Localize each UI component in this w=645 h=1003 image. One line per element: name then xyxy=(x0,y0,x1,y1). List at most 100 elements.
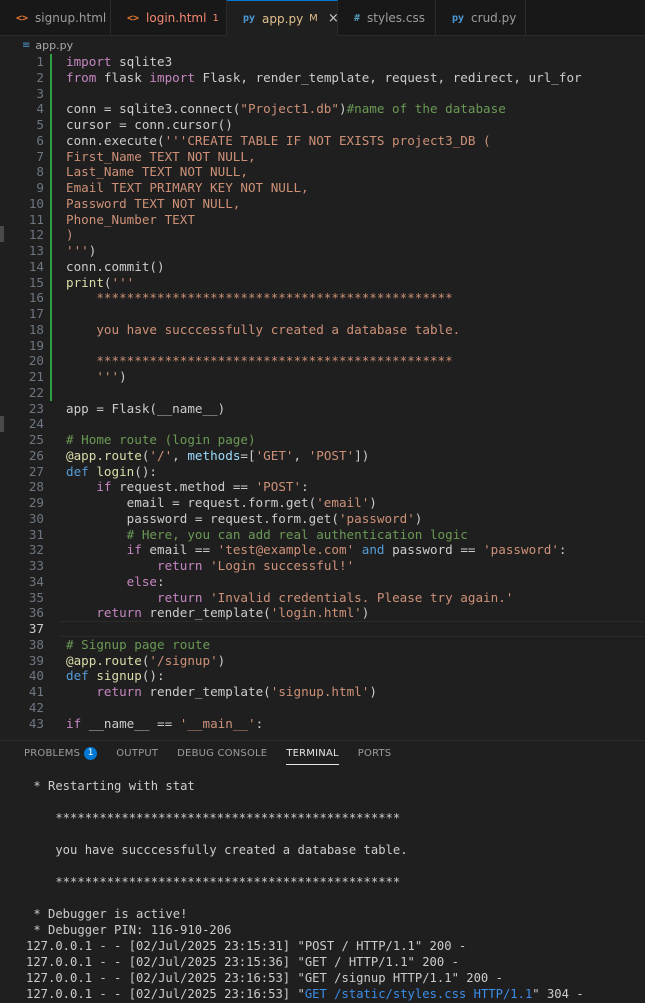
panel-tab-label: DEBUG CONSOLE xyxy=(177,747,268,759)
code-line[interactable]: 35 return 'Invalid credentials. Please t… xyxy=(0,590,645,606)
panel-tab-terminal[interactable]: TERMINAL xyxy=(286,741,340,765)
code-line[interactable]: 6 conn.execute('''CREATE TABLE IF NOT EXI… xyxy=(0,132,645,149)
code-line[interactable]: 20 *************************************… xyxy=(0,353,645,369)
code-text: return render_template('signup.html') xyxy=(96,684,377,699)
panel-tab-label: PROBLEMS xyxy=(24,747,81,759)
tab-login-html[interactable]: <> login.html 1 xyxy=(111,0,227,36)
code-text: cursor = conn.cursor() xyxy=(66,117,233,132)
code-line[interactable]: 8 Last_Name TEXT NOT NULL, xyxy=(0,164,645,180)
code-text: def signup(): xyxy=(66,668,165,684)
code-line[interactable]: 34 else: xyxy=(0,574,645,590)
code-text: if request.method == 'POST': xyxy=(96,479,309,495)
tab-app-py[interactable]: py app.py M × xyxy=(227,0,338,36)
code-line[interactable]: 4 conn = sqlite3.connect("Project1.db")#n… xyxy=(0,101,645,117)
line-number: 30 xyxy=(28,510,44,526)
line-number: 1 xyxy=(36,54,44,69)
line-number: 37 xyxy=(28,621,44,636)
code-line[interactable]: 37 xyxy=(0,621,645,637)
code-text: return 'Login successful!' xyxy=(157,558,355,573)
code-line[interactable]: 23 app = Flask(__name__) xyxy=(0,401,645,417)
current-line-highlight xyxy=(60,621,645,637)
code-text: ****************************************… xyxy=(66,290,453,306)
git-added-marker xyxy=(50,243,52,259)
code-line[interactable]: 26 @app.route('/', methods=['GET', 'POST'… xyxy=(0,448,645,464)
code-line[interactable]: 11 Phone_Number TEXT xyxy=(0,211,645,228)
code-line[interactable]: 40 def signup(): xyxy=(0,668,645,684)
close-icon[interactable]: × xyxy=(328,11,337,26)
tab-crud-py[interactable]: py crud.py xyxy=(436,0,526,36)
code-line[interactable]: 38 # Signup page route xyxy=(0,637,645,653)
git-added-marker xyxy=(50,148,52,165)
code-line[interactable]: 17 xyxy=(0,306,645,322)
code-line[interactable]: 25 # Home route (login page) xyxy=(0,432,645,448)
code-line[interactable]: 27 def login(): xyxy=(0,464,645,480)
code-line[interactable]: 5 cursor = conn.cursor() xyxy=(0,117,645,133)
tab-label: app.py xyxy=(262,11,304,26)
line-number: 34 xyxy=(28,573,44,589)
line-number: 15 xyxy=(28,274,44,290)
git-added-marker xyxy=(50,258,52,275)
line-number: 5 xyxy=(36,117,44,132)
panel-tab-output[interactable]: OUTPUT xyxy=(116,741,158,765)
line-number: 29 xyxy=(28,495,44,510)
code-line[interactable]: 31 # Here, you can add real authenticati… xyxy=(0,527,645,543)
panel-tab-problems[interactable]: PROBLEMS 1 xyxy=(24,741,98,765)
code-line[interactable]: 21 ''') xyxy=(0,369,645,385)
code-line[interactable]: 14 conn.commit() xyxy=(0,258,645,275)
line-number: 20 xyxy=(28,353,44,369)
code-line[interactable]: 22 xyxy=(0,384,645,401)
code-text: # Here, you can add real authentication … xyxy=(126,526,468,542)
code-line[interactable]: 1 import sqlite3 xyxy=(0,54,645,70)
code-line[interactable]: 42 xyxy=(0,700,645,716)
terminal-output[interactable]: * Restarting with stat *****************… xyxy=(26,778,641,1003)
line-number: 35 xyxy=(28,589,44,605)
git-added-marker xyxy=(50,180,52,196)
tab-signup-html[interactable]: <> signup.html xyxy=(0,0,111,36)
code-line[interactable]: 33 return 'Login successful!' xyxy=(0,558,645,574)
code-line[interactable]: 32 if email == 'test@example.com' and pa… xyxy=(0,542,645,558)
code-line[interactable]: 7 First_Name TEXT NOT NULL, xyxy=(0,148,645,165)
tab-status-badge: 1 xyxy=(212,12,219,24)
code-line[interactable]: 41 return render_template('signup.html') xyxy=(0,684,645,700)
code-line[interactable]: 19 xyxy=(0,337,645,354)
line-number: 19 xyxy=(28,337,44,353)
code-text: conn.commit() xyxy=(66,258,165,274)
code-editor[interactable]: 1 import sqlite3 2 from flask import Flask,… xyxy=(0,54,645,740)
code-line[interactable]: 13 ''') xyxy=(0,243,645,259)
code-text: conn.execute('''CREATE TABLE IF NOT EXIS… xyxy=(66,132,491,148)
line-number: 26 xyxy=(28,447,44,463)
panel-tab-debug-console[interactable]: DEBUG CONSOLE xyxy=(177,741,267,765)
code-line[interactable]: 12) xyxy=(0,227,645,243)
code-text: # Signup page route xyxy=(66,636,211,652)
git-added-marker xyxy=(50,211,52,228)
code-line[interactable]: 28 if request.method == 'POST': xyxy=(0,479,645,495)
code-line[interactable]: 2 from flask import Flask, render_templat… xyxy=(0,69,645,86)
line-number: 17 xyxy=(28,306,44,321)
breadcrumb-file[interactable]: app.py xyxy=(35,39,73,52)
terminal-line: you have succcessfully created a databas… xyxy=(26,843,408,857)
code-line[interactable]: 3 xyxy=(0,85,645,102)
code-line[interactable]: 36 return render_template('login.html') xyxy=(0,605,645,621)
panel-tab-label: PORTS xyxy=(357,747,392,759)
code-line[interactable]: 18 you have succcessfully created a data… xyxy=(0,321,645,338)
code-line[interactable]: 29 email = request.form.get('email') xyxy=(0,495,645,511)
code-line[interactable]: 9 Email TEXT PRIMARY KEY NOT NULL, xyxy=(0,180,645,196)
code-text: return render_template('login.html') xyxy=(96,605,370,621)
line-number: 10 xyxy=(28,195,44,211)
code-text: Email TEXT PRIMARY KEY NOT NULL, xyxy=(66,180,309,195)
line-number: 38 xyxy=(28,636,44,652)
code-line[interactable]: 39 @app.route('/signup') xyxy=(0,653,645,669)
code-text: ''') xyxy=(66,243,97,258)
line-number: 9 xyxy=(36,180,44,195)
code-line[interactable]: 43 if __name__ == '__main__': xyxy=(0,716,645,732)
code-line[interactable]: 30 password = request.form.get('password… xyxy=(0,511,645,527)
breadcrumb[interactable]: ≡ app.py xyxy=(0,36,645,54)
code-line[interactable]: 15 print(''' xyxy=(0,274,645,291)
html-file-icon: <> xyxy=(127,12,140,24)
code-line[interactable]: 16 *************************************… xyxy=(0,290,645,306)
code-line[interactable]: 10 Password TEXT NOT NULL, xyxy=(0,195,645,212)
tab-styles-css[interactable]: # styles.css xyxy=(338,0,436,36)
code-line[interactable]: 24 xyxy=(0,416,645,432)
panel-tab-ports[interactable]: PORTS xyxy=(358,741,392,765)
